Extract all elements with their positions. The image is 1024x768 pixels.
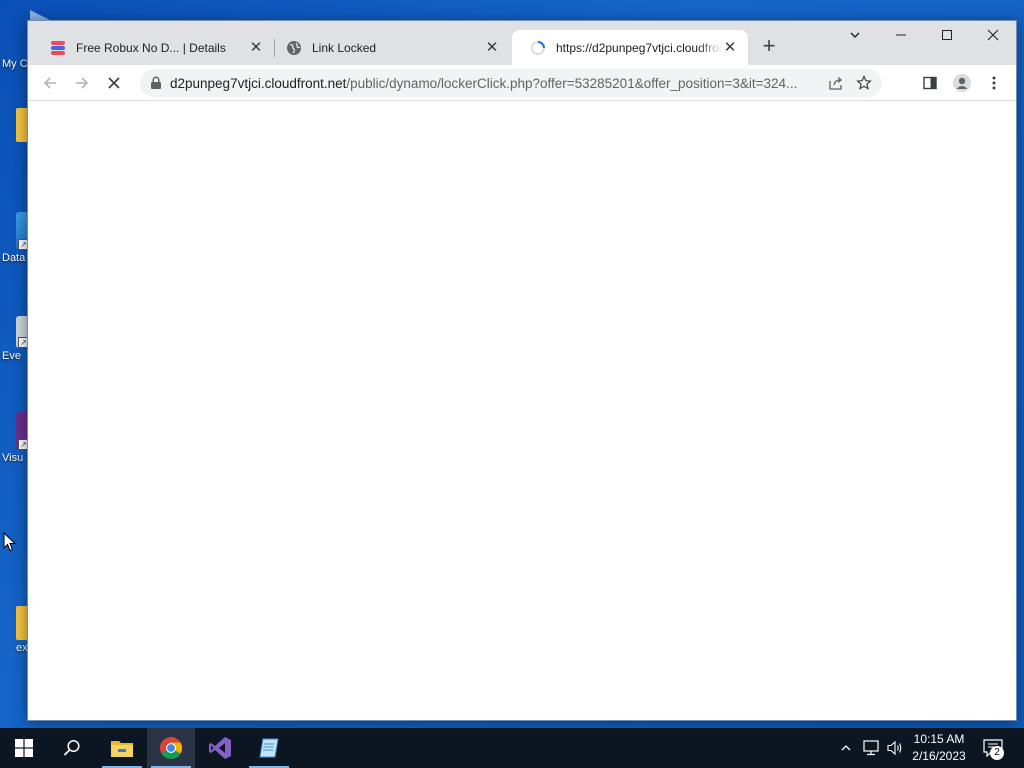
notification-count-badge: 2 bbox=[990, 746, 1004, 760]
tab-search-button[interactable] bbox=[832, 21, 878, 51]
red-blue-s-logo-icon bbox=[51, 40, 65, 55]
network-tray-button[interactable] bbox=[860, 728, 882, 768]
stop-loading-button[interactable] bbox=[100, 69, 128, 97]
profile-button[interactable] bbox=[948, 69, 976, 97]
page-content-blank[interactable] bbox=[28, 101, 1016, 720]
globe-icon bbox=[287, 40, 301, 55]
address-bar[interactable]: d2punpeg7vtjci.cloudfront.net/public/dyn… bbox=[140, 69, 882, 97]
browser-toolbar: d2punpeg7vtjci.cloudfront.net/public/dyn… bbox=[28, 65, 1016, 101]
search-icon bbox=[63, 739, 80, 756]
side-panel-button[interactable] bbox=[916, 69, 944, 97]
chrome-menu-button[interactable] bbox=[980, 69, 1008, 97]
tab-close-icon[interactable]: ✕ bbox=[722, 39, 738, 56]
tab-free-robux[interactable]: Free Robux No D... | Details ✕ bbox=[32, 30, 274, 65]
share-button[interactable] bbox=[822, 69, 850, 97]
chrome-icon bbox=[160, 737, 182, 759]
profile-avatar-icon bbox=[953, 74, 971, 92]
star-icon bbox=[856, 75, 872, 90]
tab-close-icon[interactable]: ✕ bbox=[248, 39, 264, 56]
tab-strip: Free Robux No D... | Details ✕ Link Lock… bbox=[28, 21, 1016, 65]
visual-studio-icon bbox=[209, 737, 231, 759]
address-url: d2punpeg7vtjci.cloudfront.net/public/dyn… bbox=[162, 76, 822, 91]
close-window-button[interactable] bbox=[970, 21, 1016, 51]
file-explorer-icon bbox=[111, 741, 133, 757]
url-host: d2punpeg7vtjci.cloudfront.net bbox=[170, 75, 347, 91]
maximize-icon bbox=[942, 30, 952, 40]
chevron-up-icon bbox=[841, 745, 851, 751]
windows-start-icon bbox=[15, 739, 33, 757]
back-button[interactable] bbox=[36, 69, 64, 97]
url-path: /public/dynamo/lockerClick.php?offer=532… bbox=[346, 75, 798, 91]
volume-tray-button[interactable] bbox=[884, 728, 906, 768]
taskbar-search-button[interactable] bbox=[48, 728, 96, 768]
new-tab-button[interactable]: + bbox=[759, 35, 779, 57]
bookmark-button[interactable] bbox=[850, 69, 878, 97]
stop-x-icon bbox=[108, 77, 120, 89]
clock-time: 10:15 AM bbox=[913, 732, 965, 746]
loading-spinner-icon bbox=[531, 40, 545, 55]
forward-button[interactable] bbox=[68, 69, 96, 97]
tab-close-icon[interactable]: ✕ bbox=[484, 39, 500, 56]
share-icon bbox=[829, 77, 843, 90]
notepad-icon bbox=[259, 738, 279, 758]
close-icon bbox=[987, 29, 999, 41]
taskbar: 10:15 AM 2/16/2023 bbox=[0, 728, 1024, 768]
minimize-icon bbox=[896, 34, 906, 36]
arrow-left-icon bbox=[43, 77, 56, 89]
kebab-menu-icon bbox=[992, 76, 996, 90]
tab-cloudfront-loading[interactable]: https://d2punpeg7vtjci.cloudfront.net ✕ bbox=[512, 30, 748, 65]
show-hidden-icons-button[interactable] bbox=[836, 728, 856, 768]
chevron-down-icon bbox=[850, 32, 860, 38]
network-icon bbox=[863, 740, 879, 756]
taskbar-clock[interactable]: 10:15 AM 2/16/2023 bbox=[905, 731, 973, 765]
maximize-button[interactable] bbox=[924, 21, 970, 51]
taskbar-visual-studio[interactable] bbox=[196, 728, 244, 768]
taskbar-file-explorer[interactable] bbox=[98, 728, 146, 768]
side-panel-icon bbox=[923, 76, 937, 90]
speaker-icon bbox=[887, 740, 902, 756]
mouse-pointer-icon bbox=[3, 532, 17, 552]
tab-title: Free Robux No D... | Details bbox=[76, 40, 226, 55]
chrome-window: Free Robux No D... | Details ✕ Link Lock… bbox=[27, 20, 1017, 721]
tab-link-locked[interactable]: Link Locked ✕ bbox=[268, 30, 510, 65]
tab-title: Link Locked bbox=[312, 40, 377, 55]
taskbar-notepad[interactable] bbox=[245, 728, 293, 768]
taskbar-chrome[interactable] bbox=[147, 728, 195, 768]
start-button[interactable] bbox=[0, 728, 48, 768]
arrow-right-icon bbox=[76, 77, 89, 89]
tab-title: https://d2punpeg7vtjci.cloudfront.net bbox=[556, 40, 722, 55]
minimize-button[interactable] bbox=[878, 21, 924, 51]
clock-date: 2/16/2023 bbox=[912, 749, 966, 763]
lock-icon[interactable] bbox=[150, 76, 162, 90]
